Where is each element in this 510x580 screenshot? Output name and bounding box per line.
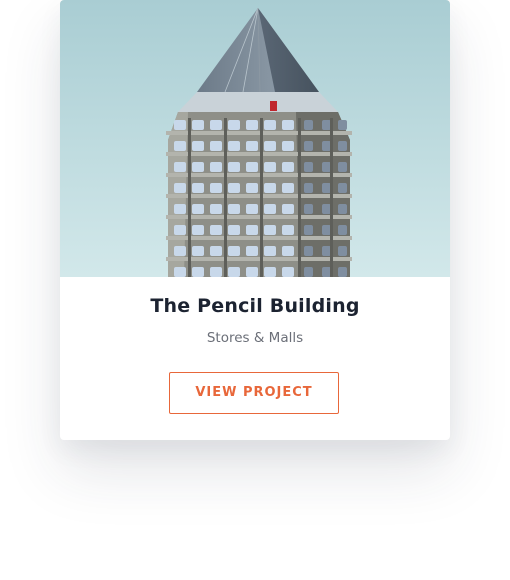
- project-card: The Pencil Building Stores & Malls VIEW …: [60, 0, 450, 440]
- project-image: [60, 0, 450, 277]
- page: The Pencil Building Stores & Malls VIEW …: [0, 0, 510, 580]
- project-title: The Pencil Building: [150, 295, 360, 317]
- view-project-button[interactable]: VIEW PROJECT: [169, 372, 339, 414]
- project-category: Stores & Malls: [206, 330, 304, 346]
